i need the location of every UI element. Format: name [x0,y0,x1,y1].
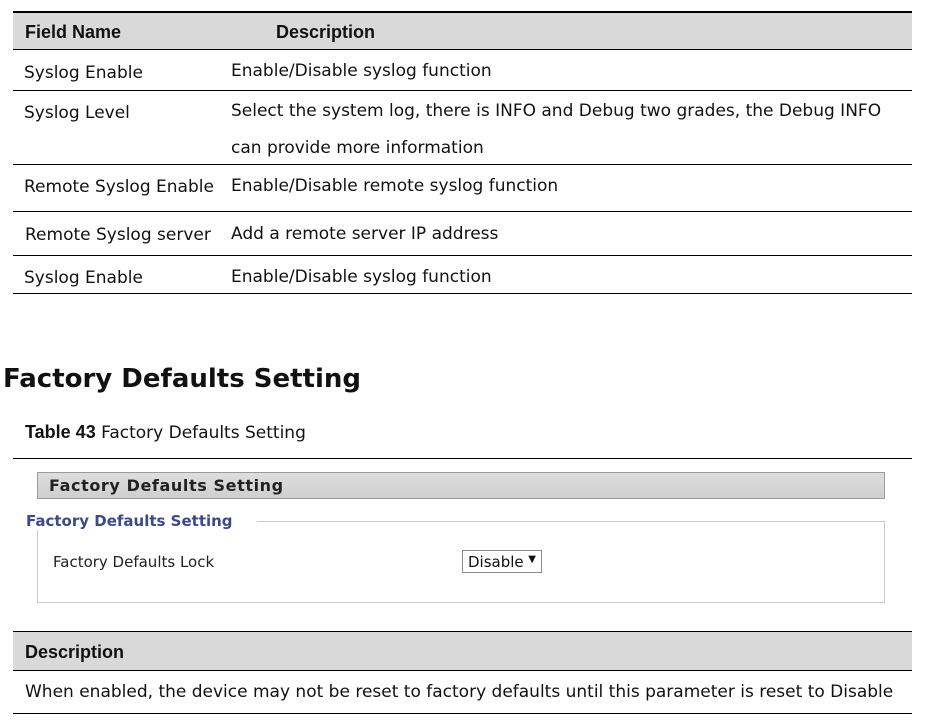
panel-header: Factory Defaults Setting [37,472,885,499]
row-field: Remote Syslog Enable [24,177,214,197]
caption-label: Table 43 [25,422,96,442]
field-table-header: Field Name Description [13,13,912,50]
table-row: Syslog Enable Enable/Disable syslog func… [13,256,912,294]
table-row: Syslog Level Select the system log, ther… [13,91,912,165]
row-field: Syslog Enable [24,63,143,83]
row-description: Enable/Disable remote syslog function [231,176,559,196]
header-field-name: Field Name [25,22,122,42]
select-value: Disable [468,553,524,571]
panel-header-title: Factory Defaults Setting [49,476,284,495]
row-field: Remote Syslog server [25,225,211,245]
caption-text: Factory Defaults Setting [101,423,306,443]
section-title: Factory Defaults Setting [3,364,362,394]
table-row: Remote Syslog Enable Enable/Disable remo… [13,165,912,212]
row-description: Enable/Disable syslog function [231,267,492,287]
chevron-down-icon: ▼ [528,554,536,565]
description-header: Description [13,632,912,671]
description-text: When enabled, the device may not be rese… [25,682,894,702]
table-row: Remote Syslog server Add a remote server… [13,212,912,256]
table-caption: Table 43 Factory Defaults Setting [25,422,306,443]
row-description: Add a remote server IP address [231,224,499,244]
factory-defaults-lock-select[interactable]: Disable ▼ [462,550,542,573]
table-top-rule [13,458,912,459]
row-field: Syslog Enable [24,268,143,288]
header-description: Description [276,22,376,42]
fieldset-legend: Factory Defaults Setting [26,512,257,530]
table-row: Syslog Enable Enable/Disable syslog func… [13,50,912,91]
description-bottom-rule [13,713,912,714]
row-field: Syslog Level [24,103,130,123]
factory-defaults-lock-label: Factory Defaults Lock [53,553,215,571]
row-description: Select the system log, there is INFO and… [231,101,882,158]
description-header-label: Description [25,642,125,662]
row-description: Enable/Disable syslog function [231,61,492,81]
